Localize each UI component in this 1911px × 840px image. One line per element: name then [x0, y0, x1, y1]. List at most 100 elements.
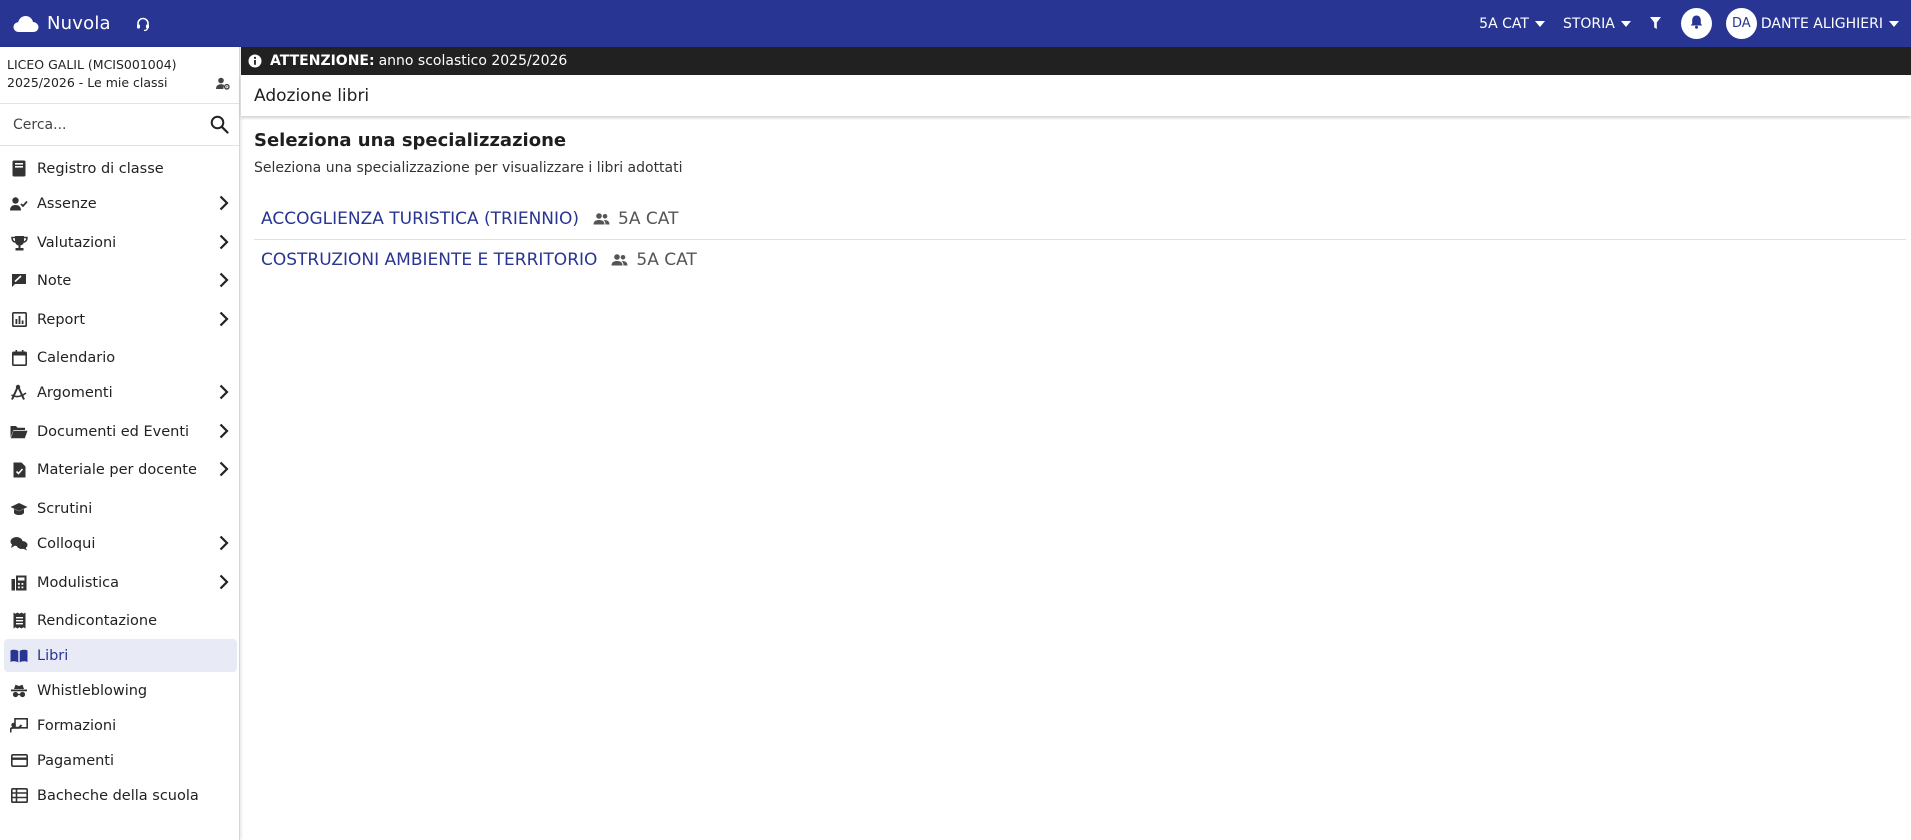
sidebar-item-documenti-ed-eventi[interactable]: Documenti ed Eventi	[4, 415, 237, 448]
sidebar-item-label: Materiale per docente	[37, 461, 197, 478]
specialization-link[interactable]: ACCOGLIENZA TURISTICA (TRIENNIO)	[261, 209, 579, 229]
sidebar-item-label: Whistleblowing	[37, 682, 148, 699]
chevron-right-icon	[219, 272, 229, 292]
subject-selector-label: STORIA	[1562, 15, 1615, 32]
chevron-right-icon	[219, 423, 229, 443]
search-icon[interactable]	[210, 115, 229, 138]
notifications-button[interactable]	[1680, 8, 1712, 39]
user-menu[interactable]: DANTE ALIGHIERI	[1761, 16, 1899, 32]
sidebar-item-argomenti[interactable]: Argomenti	[4, 376, 237, 409]
specialization-list: ACCOGLIENZA TURISTICA (TRIENNIO) 5A CAT …	[254, 198, 1906, 280]
school-info: LICEO GALIL (MCIS001004) 2025/2026 - Le …	[0, 47, 239, 103]
sidebar: LICEO GALIL (MCIS001004) 2025/2026 - Le …	[0, 47, 240, 840]
sidebar-item-assenze[interactable]: Assenze	[4, 187, 237, 220]
user-check-icon	[10, 195, 28, 213]
caret-down-icon	[1620, 20, 1631, 27]
subject-selector[interactable]: STORIA	[1563, 16, 1631, 32]
specialization-class: 5A CAT	[618, 208, 679, 229]
sidebar-item-rendicontazione[interactable]: Rendicontazione	[4, 604, 237, 637]
sidebar-item-note[interactable]: Note	[4, 264, 237, 297]
people-icon	[611, 254, 628, 266]
sidebar-item-whistleblowing[interactable]: Whistleblowing	[4, 674, 237, 707]
note-icon	[10, 272, 28, 290]
sidebar-item-label: Argomenti	[37, 384, 113, 401]
app-logo[interactable]: Nuvola	[13, 13, 111, 34]
chevron-right-icon	[219, 461, 229, 481]
sidebar-item-label: Report	[37, 311, 86, 328]
chevron-right-icon	[219, 311, 229, 331]
bell-icon	[1690, 14, 1703, 33]
chevron-right-icon	[219, 195, 229, 215]
people-icon	[593, 212, 610, 225]
table-icon	[10, 787, 28, 805]
sidebar-item-label: Formazioni	[37, 717, 117, 734]
user-settings-icon[interactable]	[216, 77, 230, 95]
sidebar-item-label: Rendicontazione	[37, 612, 157, 629]
page-title: Adozione libri	[241, 75, 1911, 116]
sidebar-item-label: Scrutini	[37, 500, 93, 517]
sidebar-item-modulistica[interactable]: Modulistica	[4, 566, 237, 599]
chevron-right-icon	[219, 384, 229, 404]
filter-icon[interactable]	[1649, 17, 1661, 30]
sidebar-item-bacheche-della-scuola[interactable]: Bacheche della scuola	[4, 779, 237, 812]
sidebar-item-registro-di-classe[interactable]: Registro di classe	[4, 152, 237, 185]
search-input[interactable]	[0, 116, 200, 133]
sidebar-item-materiale-per-docente[interactable]: Materiale per docente	[4, 453, 237, 486]
trophy-icon	[10, 234, 28, 252]
headset-icon[interactable]	[135, 16, 151, 32]
school-name: LICEO GALIL (MCIS001004)	[7, 57, 177, 72]
section-subheading: Seleziona una specializzazione per visua…	[254, 160, 683, 176]
fax-icon	[10, 574, 28, 592]
sidebar-item-label: Assenze	[37, 195, 97, 212]
caret-down-icon	[1534, 20, 1545, 27]
list-item: ACCOGLIENZA TURISTICA (TRIENNIO) 5A CAT	[254, 198, 1906, 239]
sidebar-item-label: Calendario	[37, 349, 116, 366]
info-icon	[248, 54, 262, 68]
chevron-right-icon	[219, 535, 229, 555]
sidebar-search	[0, 103, 239, 146]
sidebar-item-formazioni[interactable]: Formazioni	[4, 709, 237, 742]
class-selector-label: 5A CAT	[1479, 15, 1529, 32]
caret-down-icon	[1889, 20, 1899, 27]
alert-text: anno scolastico 2025/2026	[378, 53, 568, 69]
alert-label: ATTENZIONE:	[270, 53, 375, 69]
book-icon	[10, 160, 28, 178]
sidebar-item-pagamenti[interactable]: Pagamenti	[4, 744, 237, 777]
user-name: DANTE ALIGHIERI	[1760, 15, 1883, 32]
list-item: COSTRUZIONI AMBIENTE E TERRITORIO 5A CAT	[254, 239, 1906, 280]
specialization-link[interactable]: COSTRUZIONI AMBIENTE E TERRITORIO	[261, 250, 597, 270]
chevron-right-icon	[219, 574, 229, 594]
sidebar-item-colloqui[interactable]: Colloqui	[4, 527, 237, 560]
specialization-class: 5A CAT	[636, 250, 697, 270]
receipt-icon	[10, 612, 28, 630]
sidebar-item-libri[interactable]: Libri	[4, 639, 237, 672]
section-heading: Seleziona una specializzazione	[254, 130, 567, 151]
calendar-icon	[10, 349, 28, 367]
presentation-icon	[10, 717, 28, 735]
sidebar-item-label: Modulistica	[37, 574, 119, 591]
sidebar-item-valutazioni[interactable]: Valutazioni	[4, 226, 237, 259]
sidebar-item-label: Pagamenti	[37, 752, 115, 769]
main-content: Seleziona una specializzazione Seleziona…	[254, 130, 1906, 280]
graduation-cap-icon	[10, 500, 28, 518]
compass-icon	[10, 384, 28, 402]
avatar[interactable]: DA	[1725, 8, 1757, 39]
app-name: Nuvola	[47, 13, 111, 34]
folder-open-icon	[10, 423, 28, 441]
sidebar-item-label: Colloqui	[37, 535, 96, 552]
sidebar-item-scrutini[interactable]: Scrutini	[4, 492, 237, 525]
sidebar-item-label: Documenti ed Eventi	[37, 423, 190, 440]
school-year-alert: ATTENZIONE: anno scolastico 2025/2026	[241, 47, 1911, 75]
chevron-right-icon	[219, 234, 229, 254]
sidebar-item-label: Bacheche della scuola	[37, 787, 199, 804]
cloud-icon	[13, 15, 39, 33]
sidebar-item-report[interactable]: Report	[4, 303, 237, 336]
sidebar-item-label: Valutazioni	[37, 234, 117, 251]
sidebar-item-label: Libri	[37, 647, 69, 664]
sidebar-item-label: Registro di classe	[37, 160, 164, 177]
credit-card-icon	[10, 752, 28, 770]
sidebar-item-calendario[interactable]: Calendario	[4, 341, 237, 374]
open-book-icon	[10, 647, 28, 665]
class-selector[interactable]: 5A CAT	[1479, 16, 1545, 32]
sidebar-item-label: Note	[37, 272, 72, 289]
